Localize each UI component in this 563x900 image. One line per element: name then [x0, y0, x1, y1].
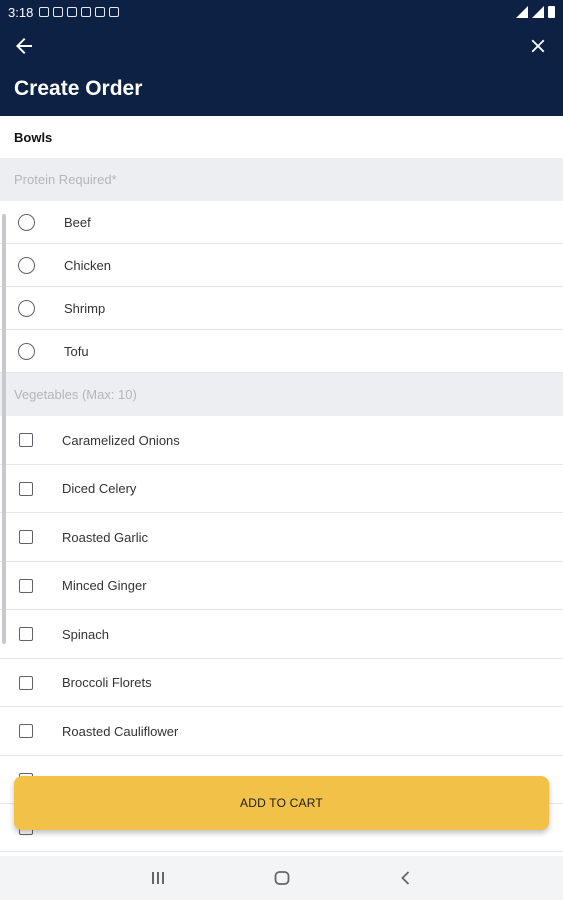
system-nav-bar — [0, 856, 563, 900]
notification-icon — [53, 7, 64, 17]
checkbox[interactable] — [19, 530, 33, 544]
battery-icon — [548, 6, 555, 18]
option-label: Diced Celery — [62, 481, 137, 496]
close-icon — [531, 39, 545, 53]
notification-icon — [109, 7, 120, 17]
signal-icon — [532, 6, 544, 18]
back-button[interactable] — [12, 34, 36, 58]
radio-button[interactable] — [18, 342, 35, 360]
category-title: Bowls — [14, 129, 53, 145]
vegetable-option-minced-ginger[interactable]: Minced Ginger — [0, 562, 563, 610]
home-button[interactable] — [272, 868, 292, 888]
back-nav-button[interactable] — [396, 868, 416, 888]
close-button[interactable] — [527, 35, 549, 57]
radio-button[interactable] — [18, 213, 35, 231]
checkbox[interactable] — [19, 578, 33, 593]
notification-icon — [95, 7, 106, 17]
protein-option-shrimp[interactable]: Shrimp — [0, 287, 563, 330]
checkbox[interactable] — [19, 675, 33, 690]
notification-icons — [39, 7, 120, 17]
radio-button[interactable] — [18, 256, 35, 274]
arrow-back-icon — [16, 38, 32, 54]
status-bar: 3:18 — [0, 0, 563, 24]
chevron-left-icon — [401, 871, 410, 885]
checkbox[interactable] — [19, 724, 33, 738]
vegetable-option-diced-celery[interactable]: Diced Celery — [0, 465, 563, 513]
notification-icon — [67, 7, 78, 17]
option-label: Roasted Cauliflower — [62, 723, 179, 739]
vegetable-option-spinach[interactable]: Spinach — [0, 610, 563, 659]
option-label: Tofu — [64, 343, 89, 359]
scrollbar[interactable] — [2, 214, 6, 644]
app-bar: Create Order — [0, 24, 563, 116]
option-label: Chicken — [64, 257, 111, 273]
protein-option-tofu[interactable]: Tofu — [0, 330, 563, 373]
page-title: Create Order — [14, 77, 143, 100]
notification-icon — [81, 7, 92, 17]
vegetable-option-roasted-garlic[interactable]: Roasted Garlic — [0, 513, 563, 562]
vegetable-option-roasted-cauliflower[interactable]: Roasted Cauliflower — [0, 707, 563, 756]
option-label: Spinach — [62, 626, 109, 642]
protein-option-beef[interactable]: Beef — [0, 201, 563, 244]
checkbox[interactable] — [19, 481, 33, 496]
vegetable-option-caramelized-onions[interactable]: Caramelized Onions — [0, 416, 563, 465]
option-label: Broccoli Florets — [62, 675, 152, 690]
vegetable-option-broccoli-florets[interactable]: Broccoli Florets — [0, 659, 563, 707]
option-label: Minced Ginger — [62, 578, 147, 593]
protein-option-chicken[interactable]: Chicken — [0, 244, 563, 287]
option-label: Shrimp — [64, 300, 106, 316]
vegetables-group-header: Vegetables (Max: 10) — [0, 373, 563, 416]
protein-group-header: Protein Required* — [0, 158, 563, 201]
home-icon — [274, 871, 290, 885]
radio-button[interactable] — [18, 299, 35, 317]
option-label: Roasted Garlic — [62, 529, 148, 545]
checkbox[interactable] — [19, 433, 33, 447]
option-label: Beef — [64, 214, 91, 230]
status-time: 3:18 — [8, 4, 34, 20]
option-label: Caramelized Onions — [62, 432, 180, 448]
recents-icon — [152, 872, 164, 884]
notification-icon — [39, 7, 50, 17]
checkbox[interactable] — [19, 627, 33, 641]
add-to-cart-button[interactable]: ADD TO CART — [14, 776, 549, 830]
wifi-icon — [516, 6, 528, 18]
system-icons — [516, 6, 555, 18]
recents-button[interactable] — [148, 868, 168, 888]
